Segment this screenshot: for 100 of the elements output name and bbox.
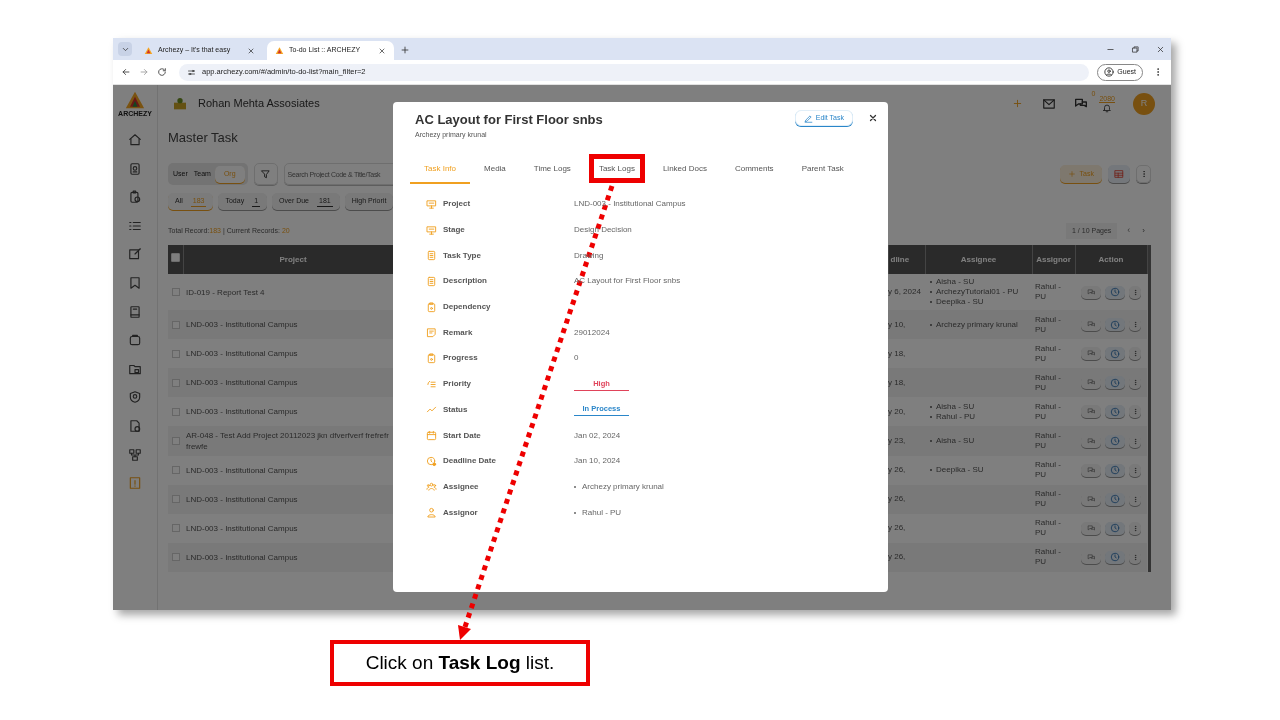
row-checkbox[interactable] [172,288,180,297]
field-icon [426,430,437,442]
restore-icon[interactable] [1131,45,1140,54]
table-cell: y 6, 2024 [888,274,925,311]
select-all-checkbox[interactable] [170,253,180,262]
more-button[interactable] [1136,165,1151,183]
comment-button[interactable] [1081,318,1101,332]
dialog-tab[interactable]: Comments [720,155,788,184]
clipboard-icon[interactable] [128,190,142,205]
comment-button[interactable] [1081,376,1101,390]
time-log-button[interactable] [1105,318,1125,332]
field-icon [426,250,437,262]
dialog-tab[interactable]: Time Logs [519,155,585,184]
shield-icon[interactable] [128,390,142,405]
table-cell: Aisha - SU [936,277,975,288]
badge-icon[interactable] [128,161,142,176]
comment-button[interactable] [1081,347,1101,361]
row-checkbox[interactable] [172,466,180,475]
filter-button[interactable] [253,163,278,185]
time-log-button[interactable] [1105,521,1125,535]
more-button[interactable] [1129,405,1141,419]
file-icon[interactable] [128,418,142,433]
more-button[interactable] [1129,318,1141,332]
previous-page-button[interactable]: ‹ [1127,224,1131,238]
network-icon[interactable] [128,447,142,462]
logo-icon [144,46,153,55]
more-button[interactable] [1129,376,1141,390]
more-button[interactable] [1129,521,1141,535]
book-icon[interactable] [128,304,142,319]
comment-button[interactable] [1081,285,1101,299]
row-checkbox[interactable] [172,349,180,358]
table-cell: Rahul - PU [1032,368,1075,398]
time-log-button[interactable] [1105,285,1125,299]
table-cell: Rahul - PU [936,411,976,422]
field-value: 0 [574,352,579,365]
table-cell: Aisha - SU [936,401,975,412]
dialog-tab[interactable]: Parent Task [787,155,858,184]
row-checkbox[interactable] [172,524,180,533]
time-log-button[interactable] [1105,463,1125,477]
field-label: Stage [443,224,465,237]
table-cell: Rahul - PU [1032,310,1075,340]
time-log-button[interactable] [1105,550,1125,564]
logo-icon [124,90,146,110]
tab-list-button[interactable] [118,42,132,56]
field-value: 29012024 [574,326,610,339]
row-checkbox[interactable] [172,437,180,446]
row-checkbox[interactable] [172,553,180,562]
chat-icon [1086,465,1096,475]
comment-button[interactable] [1081,405,1101,419]
dialog-tab[interactable]: Linked Docs [648,155,721,184]
mail-icon[interactable] [1041,96,1058,111]
time-log-button[interactable] [1105,405,1125,419]
clock-icon [1110,377,1120,388]
more-button[interactable] [1129,347,1141,361]
field-label: Start Date [443,429,481,442]
table-cell: LND-003 - Institutional Campus [183,368,403,398]
table-cell: y 23, [888,426,925,456]
bookmark-icon[interactable] [128,275,142,290]
table-cell: Rahul - PU [1032,542,1075,572]
box-icon[interactable] [128,333,142,348]
dialog-tab[interactable]: Media [470,155,520,184]
site-info-icon[interactable] [187,67,196,77]
bell-icon[interactable] [1101,102,1114,113]
home-icon[interactable] [128,133,142,147]
table-cell: y 18, [888,339,925,369]
row-checkbox[interactable] [172,320,180,329]
back-icon[interactable] [121,67,131,77]
comment-button[interactable] [1081,521,1101,535]
table-cell: Rahul - PU [1032,339,1075,369]
add-icon[interactable] [1012,98,1024,109]
company-logo-icon [172,95,188,112]
row-checkbox[interactable] [172,378,180,387]
row-checkbox[interactable] [172,495,180,504]
more-button[interactable] [1129,463,1141,477]
time-log-button[interactable] [1105,492,1125,506]
edit-icon[interactable] [128,247,142,262]
table-cell: Deepika - SU [936,465,984,476]
dialog-tab[interactable]: Task Logs [584,155,649,184]
time-log-button[interactable] [1105,347,1125,361]
next-page-button[interactable]: › [1142,225,1145,237]
highlight-frame [588,153,645,183]
clock-icon [1110,436,1120,447]
reload-icon[interactable] [157,67,167,77]
close-icon[interactable] [868,113,878,123]
more-button[interactable] [1129,285,1141,299]
forward-icon[interactable] [139,67,149,77]
table-cell: Deepika - SU [936,297,984,308]
dialog-tab[interactable]: Task Info [410,155,470,184]
time-log-button[interactable] [1105,376,1125,390]
alert-icon[interactable] [128,476,142,491]
field-label: Description [443,275,487,288]
field-label: Assignee [443,480,479,493]
comment-button[interactable] [1081,463,1101,477]
field-label: Project [443,198,471,211]
new-tab-icon[interactable] [400,45,410,55]
table-cell: y 26, [888,455,925,485]
field-label: Status [443,403,468,416]
time-log-button[interactable] [1105,434,1125,448]
row-checkbox[interactable] [172,407,180,416]
table-view-button[interactable] [1108,165,1130,183]
